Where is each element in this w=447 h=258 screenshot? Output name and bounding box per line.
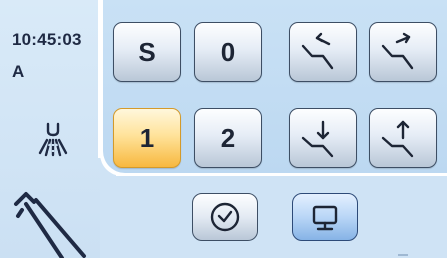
- timer-button[interactable]: [192, 193, 258, 241]
- handpiece-icon[interactable]: [12, 190, 104, 258]
- divider: [398, 254, 408, 256]
- seat-up-button[interactable]: [369, 108, 437, 168]
- seat-down-icon: [301, 120, 334, 158]
- backrest-recline-forward-icon: [381, 32, 414, 70]
- seat-down-button[interactable]: [289, 108, 357, 168]
- backrest-forward-button[interactable]: [369, 22, 437, 82]
- backrest-back-button[interactable]: [289, 22, 357, 82]
- mode-letter: A: [12, 62, 25, 81]
- program-0-button[interactable]: 0: [194, 22, 262, 82]
- monitor-icon: [312, 205, 338, 231]
- panel-divider: [116, 173, 447, 176]
- program-1-button[interactable]: 1: [113, 108, 181, 168]
- program-2-button[interactable]: 2: [194, 108, 262, 168]
- clock-display: 10:45:03: [12, 30, 82, 49]
- clock-icon: [210, 202, 240, 232]
- panel-divider: [98, 0, 101, 158]
- dental-chair-control-screen: 10:45:03 A S 0 1 2: [0, 0, 447, 258]
- backrest-recline-back-icon: [301, 32, 334, 70]
- seat-up-icon: [381, 120, 414, 158]
- program-s-button[interactable]: S: [113, 22, 181, 82]
- status-panel: 10:45:03 A: [0, 0, 100, 258]
- water-spray-icon[interactable]: [36, 122, 70, 158]
- monitor-button[interactable]: [292, 193, 358, 241]
